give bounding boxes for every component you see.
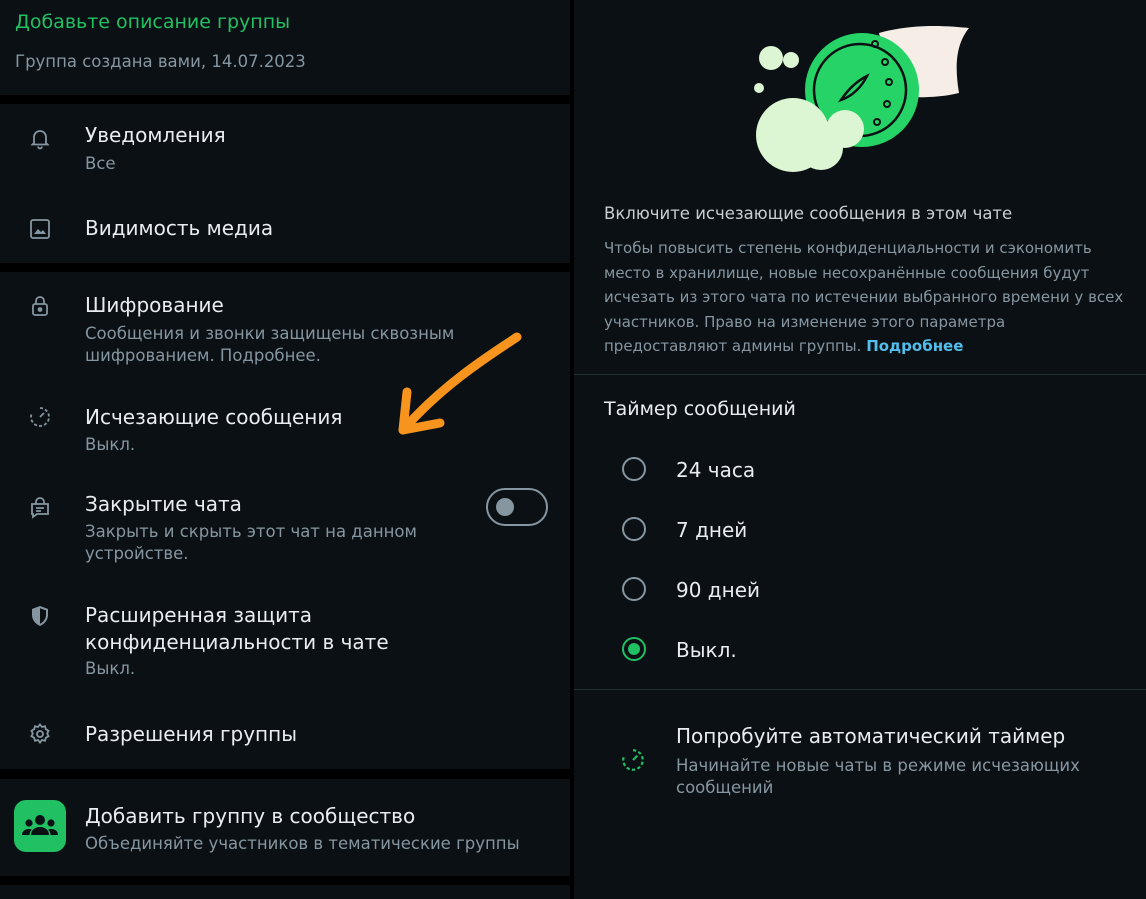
section-divider — [0, 263, 570, 272]
disappearing-messages-title: Исчезающие сообщения — [85, 405, 343, 429]
encryption-title: Шифрование — [85, 293, 224, 317]
disappearing-messages-panel: Включите исчезающие сообщения в этом чат… — [574, 0, 1146, 899]
divider — [574, 689, 1146, 690]
timer-icon — [620, 747, 646, 773]
timer-option-off[interactable]: Выкл. — [574, 620, 1146, 680]
disappearing-title: Включите исчезающие сообщения в этом чат… — [604, 204, 1013, 223]
learn-more-link[interactable]: Подробнее — [866, 337, 963, 355]
community-icon — [14, 800, 66, 852]
timer-option-24h[interactable]: 24 часа — [574, 440, 1146, 500]
notifications-row[interactable]: Уведомления Все — [0, 104, 570, 198]
disappearing-messages-value: Выкл. — [85, 435, 136, 454]
lock-icon — [28, 294, 52, 318]
gear-icon — [28, 722, 52, 746]
advanced-privacy-row[interactable]: Расширенная защита конфиденциальности в … — [0, 590, 570, 694]
timer-option-7d[interactable]: 7 дней — [574, 500, 1146, 560]
disappearing-messages-illustration — [754, 25, 969, 172]
message-timer-header: Таймер сообщений — [604, 398, 796, 420]
toggle-knob — [496, 498, 514, 516]
image-icon — [28, 217, 52, 241]
chat-lock-icon — [28, 496, 52, 520]
add-to-community-subtitle: Объединяйте участников в тематические гр… — [85, 834, 520, 853]
add-group-description-link[interactable]: Добавьте описание группы — [15, 11, 290, 33]
radio-button[interactable] — [622, 577, 646, 601]
radio-button-selected[interactable] — [622, 637, 646, 661]
auto-timer-subtitle: Начинайте новые чаты в режиме исчезающих… — [676, 756, 1080, 797]
option-label: Выкл. — [676, 638, 737, 662]
option-label: 24 часа — [676, 458, 756, 482]
radio-dot — [628, 643, 640, 655]
disappearing-description: Чтобы повысить степень конфиденциальност… — [604, 236, 1124, 359]
auto-timer-title: Попробуйте автоматический таймер — [676, 724, 1066, 748]
group-info-panel: Добавьте описание группы Группа создана … — [0, 0, 570, 899]
chat-lock-toggle[interactable] — [486, 488, 548, 526]
timer-icon — [28, 405, 52, 429]
group-permissions-title: Разрешения группы — [85, 722, 298, 746]
option-label: 7 дней — [676, 518, 748, 542]
section-divider — [0, 769, 570, 779]
group-permissions-row[interactable]: Разрешения группы — [0, 702, 570, 768]
add-to-community-title: Добавить группу в сообщество — [85, 804, 416, 828]
chat-lock-title: Закрытие чата — [85, 492, 242, 516]
chat-lock-row[interactable]: Закрытие чата Закрыть и скрыть этот чат … — [0, 474, 570, 578]
advanced-privacy-value: Выкл. — [85, 659, 136, 678]
bell-icon — [28, 126, 52, 150]
section-divider — [0, 95, 570, 104]
media-visibility-title: Видимость медиа — [85, 216, 274, 240]
option-label: 90 дней — [676, 578, 761, 602]
media-visibility-row[interactable]: Видимость медиа — [0, 198, 570, 262]
annotation-arrow — [398, 332, 522, 435]
description-text: Чтобы повысить степень конфиденциальност… — [604, 239, 1124, 355]
notifications-title: Уведомления — [85, 123, 226, 147]
notifications-value: Все — [85, 154, 116, 173]
shield-icon — [28, 604, 52, 628]
group-created-text: Группа создана вами, 14.07.2023 — [15, 52, 306, 71]
advanced-privacy-title: Расширенная защита конфиденциальности в … — [85, 603, 389, 654]
radio-button[interactable] — [622, 517, 646, 541]
section-divider — [0, 876, 570, 885]
radio-button[interactable] — [622, 457, 646, 481]
divider — [574, 374, 1146, 375]
chat-lock-description: Закрыть и скрыть этот чат на данном устр… — [85, 522, 417, 563]
timer-option-90d[interactable]: 90 дней — [574, 560, 1146, 620]
